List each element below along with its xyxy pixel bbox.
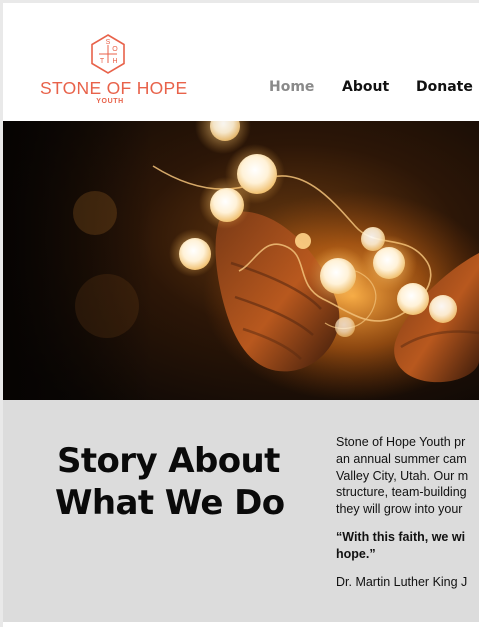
story-line: they will grow into your (336, 502, 463, 517)
quote-author: Dr. Martin Luther King J (336, 574, 468, 589)
hero-image (3, 121, 479, 400)
story-title-line: What We Do (55, 483, 285, 523)
quote-line: “With this faith, we wi (336, 529, 466, 544)
story-line: Valley City, Utah. Our m (336, 468, 469, 483)
page-bottom-edge (3, 622, 479, 627)
nav-donate[interactable]: Donate (416, 79, 473, 95)
logo-monogram-s: S (106, 39, 111, 46)
story-text: Stone of Hope Youth pr an annual summer … (336, 434, 479, 589)
story-section: Story About What We Do Stone of Hope You… (3, 400, 479, 622)
hexagon-logo-icon: S O T H (91, 34, 125, 74)
site-header: S O T H STONE OF HOPE YOUTH Home About D… (3, 3, 479, 121)
site-logo[interactable]: S O T H STONE OF HOPE YOUTH (40, 34, 188, 108)
story-line: structure, team-building (336, 485, 467, 500)
quote-line: hope.” (336, 546, 376, 561)
logo-name: STONE OF HOPE (40, 78, 188, 98)
hands-holding-lights-image (3, 121, 479, 400)
nav-about[interactable]: About (342, 79, 389, 95)
story-line: an annual summer cam (336, 451, 467, 466)
nav-home[interactable]: Home (269, 79, 314, 95)
logo-monogram-t: T (100, 58, 105, 65)
story-paragraph: Stone of Hope Youth pr an annual summer … (336, 434, 479, 518)
story-quote: “With this faith, we wi hope.” (336, 529, 479, 563)
logo-subtitle: YOUTH (96, 98, 124, 105)
logo-monogram-h: H (112, 58, 117, 65)
story-line: Stone of Hope Youth pr (336, 435, 466, 449)
story-title-line: Story About (57, 441, 280, 481)
story-title: Story About What We Do (55, 440, 307, 524)
logo-monogram-o: O (112, 46, 118, 53)
